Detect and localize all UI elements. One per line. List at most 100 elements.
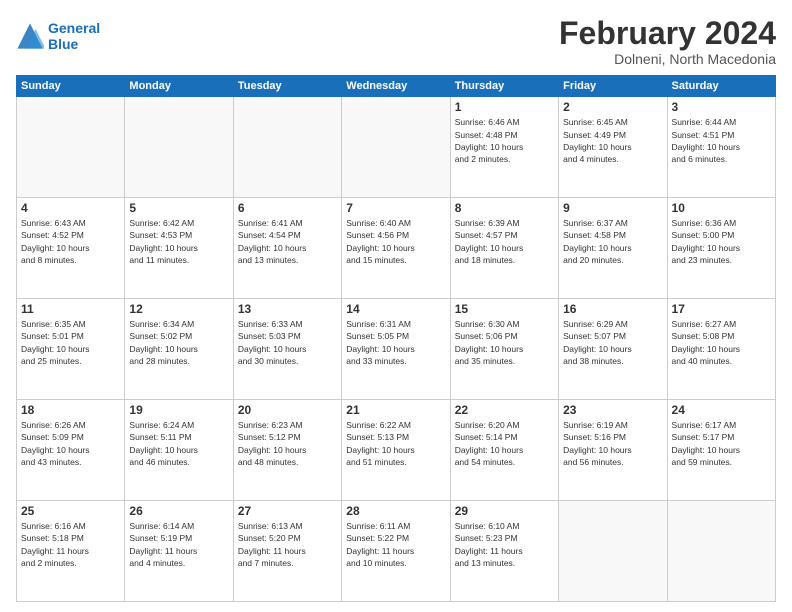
calendar-cell: 28Sunrise: 6:11 AM Sunset: 5:22 PM Dayli… — [342, 501, 450, 602]
calendar-table: SundayMondayTuesdayWednesdayThursdayFrid… — [16, 75, 776, 602]
logo: General Blue — [16, 20, 100, 52]
day-number: 9 — [563, 201, 662, 215]
day-info: Sunrise: 6:24 AM Sunset: 5:11 PM Dayligh… — [129, 419, 228, 468]
week-row: 1 Sunrise: 6:46 AM Sunset: 4:48 PM Daylig… — [17, 97, 776, 198]
title-block: February 2024 Dolneni, North Macedonia — [559, 16, 776, 67]
day-number: 29 — [455, 504, 554, 518]
day-info: Sunrise: 6:35 AM Sunset: 5:01 PM Dayligh… — [21, 318, 120, 367]
day-info: Sunrise: 6:34 AM Sunset: 5:02 PM Dayligh… — [129, 318, 228, 367]
day-info: Sunrise: 6:14 AM Sunset: 5:19 PM Dayligh… — [129, 520, 228, 569]
weekday-header-cell: Monday — [125, 76, 233, 97]
calendar-cell: 8 Sunrise: 6:39 AM Sunset: 4:57 PM Daylig… — [450, 198, 558, 299]
day-info: Sunrise: 6:11 AM Sunset: 5:22 PM Dayligh… — [346, 520, 445, 569]
day-info: Sunrise: 6:27 AM Sunset: 5:08 PM Dayligh… — [672, 318, 771, 367]
day-number: 14 — [346, 302, 445, 316]
day-number: 3 — [672, 100, 771, 114]
weekday-header-cell: Sunday — [17, 76, 125, 97]
day-info: Sunrise: 6:46 AM Sunset: 4:48 PM Dayligh… — [455, 116, 554, 165]
day-info: Sunrise: 6:19 AM Sunset: 5:16 PM Dayligh… — [563, 419, 662, 468]
calendar-cell: 20 Sunrise: 6:23 AM Sunset: 5:12 PM Dayli… — [233, 400, 341, 501]
calendar-cell: 11 Sunrise: 6:35 AM Sunset: 5:01 PM Dayli… — [17, 299, 125, 400]
day-info: Sunrise: 6:43 AM Sunset: 4:52 PM Dayligh… — [21, 217, 120, 266]
weekday-header-cell: Tuesday — [233, 76, 341, 97]
day-number: 23 — [563, 403, 662, 417]
day-info: Sunrise: 6:13 AM Sunset: 5:20 PM Dayligh… — [238, 520, 337, 569]
calendar-cell: 15 Sunrise: 6:30 AM Sunset: 5:06 PM Dayli… — [450, 299, 558, 400]
day-number: 26 — [129, 504, 228, 518]
day-info: Sunrise: 6:30 AM Sunset: 5:06 PM Dayligh… — [455, 318, 554, 367]
week-row: 25 Sunrise: 6:16 AM Sunset: 5:18 PM Dayli… — [17, 501, 776, 602]
logo-icon — [16, 22, 44, 50]
calendar-cell — [17, 97, 125, 198]
day-number: 11 — [21, 302, 120, 316]
calendar-cell — [342, 97, 450, 198]
day-info: Sunrise: 6:10 AM Sunset: 5:23 PM Dayligh… — [455, 520, 554, 569]
page: General Blue February 2024 Dolneni, Nort… — [0, 0, 792, 612]
calendar-cell: 6Sunrise: 6:41 AM Sunset: 4:54 PM Daylig… — [233, 198, 341, 299]
calendar-cell — [125, 97, 233, 198]
calendar-cell: 23 Sunrise: 6:19 AM Sunset: 5:16 PM Dayli… — [559, 400, 667, 501]
weekday-header-cell: Wednesday — [342, 76, 450, 97]
calendar-cell: 2Sunrise: 6:45 AM Sunset: 4:49 PM Daylig… — [559, 97, 667, 198]
day-info: Sunrise: 6:20 AM Sunset: 5:14 PM Dayligh… — [455, 419, 554, 468]
week-row: 18Sunrise: 6:26 AM Sunset: 5:09 PM Dayli… — [17, 400, 776, 501]
calendar-cell: 26 Sunrise: 6:14 AM Sunset: 5:19 PM Dayli… — [125, 501, 233, 602]
day-info: Sunrise: 6:26 AM Sunset: 5:09 PM Dayligh… — [21, 419, 120, 468]
day-info: Sunrise: 6:23 AM Sunset: 5:12 PM Dayligh… — [238, 419, 337, 468]
calendar-cell: 19 Sunrise: 6:24 AM Sunset: 5:11 PM Dayli… — [125, 400, 233, 501]
day-info: Sunrise: 6:44 AM Sunset: 4:51 PM Dayligh… — [672, 116, 771, 165]
calendar-cell: 10 Sunrise: 6:36 AM Sunset: 5:00 PM Dayli… — [667, 198, 775, 299]
day-number: 16 — [563, 302, 662, 316]
calendar-cell — [233, 97, 341, 198]
day-number: 24 — [672, 403, 771, 417]
day-number: 20 — [238, 403, 337, 417]
day-number: 5 — [129, 201, 228, 215]
calendar-cell: 21 Sunrise: 6:22 AM Sunset: 5:13 PM Dayli… — [342, 400, 450, 501]
calendar-cell: 16Sunrise: 6:29 AM Sunset: 5:07 PM Dayli… — [559, 299, 667, 400]
week-row: 4 Sunrise: 6:43 AM Sunset: 4:52 PM Daylig… — [17, 198, 776, 299]
day-info: Sunrise: 6:17 AM Sunset: 5:17 PM Dayligh… — [672, 419, 771, 468]
calendar-cell: 12 Sunrise: 6:34 AM Sunset: 5:02 PM Dayli… — [125, 299, 233, 400]
day-info: Sunrise: 6:36 AM Sunset: 5:00 PM Dayligh… — [672, 217, 771, 266]
calendar-cell: 22Sunrise: 6:20 AM Sunset: 5:14 PM Dayli… — [450, 400, 558, 501]
day-number: 21 — [346, 403, 445, 417]
calendar-cell: 25 Sunrise: 6:16 AM Sunset: 5:18 PM Dayli… — [17, 501, 125, 602]
location-subtitle: Dolneni, North Macedonia — [559, 51, 776, 67]
day-info: Sunrise: 6:16 AM Sunset: 5:18 PM Dayligh… — [21, 520, 120, 569]
header: General Blue February 2024 Dolneni, Nort… — [16, 16, 776, 67]
logo-text: General Blue — [48, 20, 100, 52]
day-number: 6 — [238, 201, 337, 215]
calendar-cell: 1 Sunrise: 6:46 AM Sunset: 4:48 PM Daylig… — [450, 97, 558, 198]
calendar-cell: 14 Sunrise: 6:31 AM Sunset: 5:05 PM Dayli… — [342, 299, 450, 400]
calendar-cell: 13Sunrise: 6:33 AM Sunset: 5:03 PM Dayli… — [233, 299, 341, 400]
weekday-header-row: SundayMondayTuesdayWednesdayThursdayFrid… — [17, 76, 776, 97]
calendar-cell: 18Sunrise: 6:26 AM Sunset: 5:09 PM Dayli… — [17, 400, 125, 501]
day-number: 2 — [563, 100, 662, 114]
day-number: 4 — [21, 201, 120, 215]
day-info: Sunrise: 6:42 AM Sunset: 4:53 PM Dayligh… — [129, 217, 228, 266]
day-number: 25 — [21, 504, 120, 518]
day-number: 17 — [672, 302, 771, 316]
day-number: 27 — [238, 504, 337, 518]
calendar-cell: 27 Sunrise: 6:13 AM Sunset: 5:20 PM Dayli… — [233, 501, 341, 602]
day-info: Sunrise: 6:39 AM Sunset: 4:57 PM Dayligh… — [455, 217, 554, 266]
day-number: 15 — [455, 302, 554, 316]
day-number: 13 — [238, 302, 337, 316]
calendar-cell: 4 Sunrise: 6:43 AM Sunset: 4:52 PM Daylig… — [17, 198, 125, 299]
calendar-cell: 24 Sunrise: 6:17 AM Sunset: 5:17 PM Dayli… — [667, 400, 775, 501]
calendar-cell: 3 Sunrise: 6:44 AM Sunset: 4:51 PM Daylig… — [667, 97, 775, 198]
day-info: Sunrise: 6:22 AM Sunset: 5:13 PM Dayligh… — [346, 419, 445, 468]
calendar-cell: 7Sunrise: 6:40 AM Sunset: 4:56 PM Daylig… — [342, 198, 450, 299]
day-number: 1 — [455, 100, 554, 114]
week-row: 11 Sunrise: 6:35 AM Sunset: 5:01 PM Dayli… — [17, 299, 776, 400]
day-number: 10 — [672, 201, 771, 215]
day-info: Sunrise: 6:31 AM Sunset: 5:05 PM Dayligh… — [346, 318, 445, 367]
calendar-body: 1 Sunrise: 6:46 AM Sunset: 4:48 PM Daylig… — [17, 97, 776, 602]
day-number: 12 — [129, 302, 228, 316]
day-number: 8 — [455, 201, 554, 215]
weekday-header-cell: Friday — [559, 76, 667, 97]
weekday-header-cell: Saturday — [667, 76, 775, 97]
day-number: 19 — [129, 403, 228, 417]
calendar-cell: 17 Sunrise: 6:27 AM Sunset: 5:08 PM Dayli… — [667, 299, 775, 400]
calendar-cell: 9Sunrise: 6:37 AM Sunset: 4:58 PM Daylig… — [559, 198, 667, 299]
